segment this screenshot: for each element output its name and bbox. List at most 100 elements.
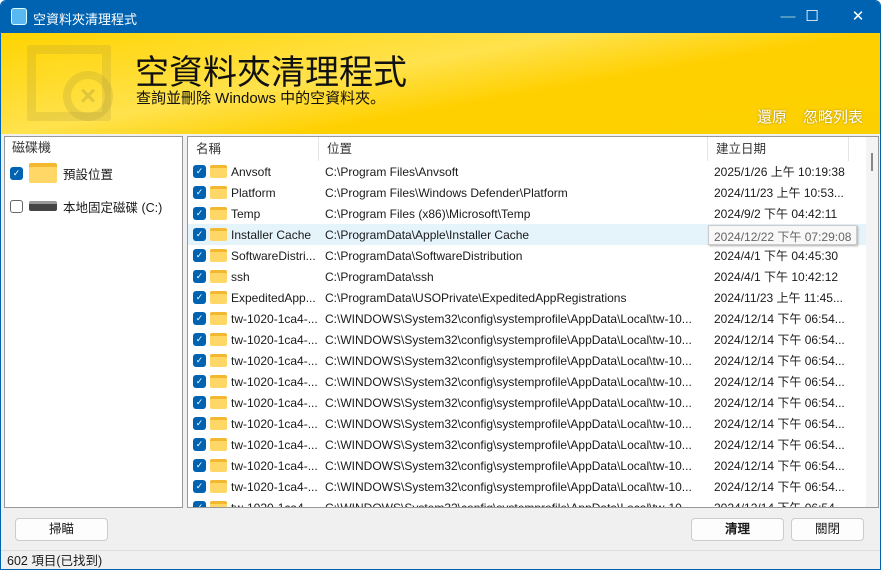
checkbox[interactable] xyxy=(10,199,23,213)
checkbox[interactable]: ✓ xyxy=(193,438,206,451)
folder-location: C:\WINDOWS\System32\config\systemprofile… xyxy=(325,353,692,368)
folder-name: Temp xyxy=(231,206,261,221)
table-row[interactable]: ✓ Platform C:\Program Files\Windows Defend… xyxy=(188,182,868,203)
folder-location: C:\ProgramData\Apple\Installer Cache xyxy=(325,227,530,242)
folder-date: 2024/12/14 下午 06:54... xyxy=(714,438,845,452)
checkbox[interactable]: ✓ xyxy=(193,270,206,283)
drive-item-c[interactable]: 本地固定磁碟 (C:) xyxy=(5,192,182,220)
folder-icon xyxy=(29,163,57,183)
folder-location: C:\WINDOWS\System32\config\systemprofile… xyxy=(325,458,692,473)
table-row[interactable]: ✓ tw-1020-1ca4-... C:\WINDOWS\System32\con… xyxy=(188,434,868,455)
clean-button[interactable]: 清理 xyxy=(691,518,784,541)
folder-location: C:\ProgramData\ssh xyxy=(325,269,434,284)
checkbox[interactable]: ✓ xyxy=(193,312,206,325)
table-row[interactable]: ✓ tw-1020-1ca4-... C:\WINDOWS\System32\con… xyxy=(188,371,868,392)
checkbox[interactable]: ✓ xyxy=(193,480,206,493)
ignore-list-link[interactable]: 忽略列表 xyxy=(803,106,863,127)
folder-name: ExpeditedApp... xyxy=(231,290,316,305)
checkbox[interactable]: ✓ xyxy=(193,417,206,430)
restore-link[interactable]: 還原 xyxy=(757,106,787,127)
table-row[interactable]: ✓ Anvsoft C:\Program Files\Anvsoft 2025/1/2… xyxy=(188,161,868,182)
table-row[interactable]: ✓ tw-1020-1ca4-... C:\WINDOWS\System32\con… xyxy=(188,413,868,434)
folder-date: 2024/12/14 下午 06:54... xyxy=(714,501,845,508)
folder-name: SoftwareDistri... xyxy=(231,248,316,263)
drive-item-default[interactable]: ✓ 預設位置 xyxy=(5,159,182,187)
folder-icon xyxy=(210,312,227,325)
checkbox[interactable]: ✓ xyxy=(193,501,206,507)
folder-date: 2024/12/14 下午 06:54... xyxy=(714,480,845,494)
drive-header: 磁碟機 xyxy=(12,140,52,155)
banner-subtitle: 查詢並刪除 Windows 中的空資料夾。 xyxy=(136,90,386,107)
folder-icon xyxy=(210,186,227,199)
folder-icon xyxy=(210,480,227,493)
close-dialog-button[interactable]: 關閉 xyxy=(791,518,864,541)
folder-name: tw-1020-1ca4-... xyxy=(231,311,318,326)
folder-location: C:\WINDOWS\System32\config\systemprofile… xyxy=(325,374,692,389)
folder-icon xyxy=(210,249,227,262)
maximize-button[interactable]: ☐ xyxy=(789,1,835,33)
folder-location: C:\Program Files\Windows Defender\Platfo… xyxy=(325,185,568,200)
column-date[interactable]: 建立日期 xyxy=(708,137,849,161)
folder-location: C:\WINDOWS\System32\config\systemprofile… xyxy=(325,479,692,494)
table-row[interactable]: ✓ ssh C:\ProgramData\ssh 2024/4/1 下午 10:42:… xyxy=(188,266,868,287)
folder-icon xyxy=(210,228,227,241)
folder-location: C:\ProgramData\USOPrivate\ExpeditedAppRe… xyxy=(325,290,627,305)
folder-date: 2024/12/14 下午 06:54... xyxy=(714,396,845,410)
scan-button[interactable]: 掃瞄 xyxy=(15,518,108,541)
drive-label: 本地固定磁碟 (C:) xyxy=(63,200,163,215)
checkbox[interactable]: ✓ xyxy=(193,354,206,367)
checkbox[interactable]: ✓ xyxy=(193,291,206,304)
folder-icon xyxy=(210,438,227,451)
folder-name: ssh xyxy=(231,269,250,284)
checkbox[interactable]: ✓ xyxy=(193,396,206,409)
folder-location: C:\WINDOWS\System32\config\systemprofile… xyxy=(325,311,692,326)
scrollbar-thumb[interactable] xyxy=(871,153,873,171)
table-row[interactable]: ✓ tw-1020-1ca4-... C:\WINDOWS\System32\con… xyxy=(188,308,868,329)
folder-date: 2024/12/14 下午 06:54... xyxy=(714,312,845,326)
banner: × 空資料夾清理程式 查詢並刪除 Windows 中的空資料夾。 還原 忽略列表 xyxy=(1,33,880,134)
checkbox[interactable]: ✓ xyxy=(193,186,206,199)
checkbox[interactable]: ✓ xyxy=(193,249,206,262)
checkbox[interactable]: ✓ xyxy=(193,207,206,220)
folder-date: 2024/11/23 上午 11:45... xyxy=(714,291,843,305)
table-row[interactable]: ✓ tw-1020-1ca4-... C:\WINDOWS\System32\con… xyxy=(188,350,868,371)
column-location[interactable]: 位置 xyxy=(319,137,708,161)
scrollbar[interactable] xyxy=(866,137,878,507)
folder-location: C:\ProgramData\SoftwareDistribution xyxy=(325,248,523,263)
folder-date: 2024/12/14 下午 06:54... xyxy=(714,354,845,368)
folder-location: C:\WINDOWS\System32\config\systemprofile… xyxy=(325,332,692,347)
status-bar: 602 項目(已找到) xyxy=(1,550,880,569)
checkbox[interactable]: ✓ xyxy=(193,459,206,472)
tooltip: 2024/12/22 下午 07:29:08 xyxy=(708,225,858,245)
drive-panel: 磁碟機 ✓ 預設位置 本地固定磁碟 (C:) xyxy=(4,136,183,508)
folder-name: tw-1020-1ca4-... xyxy=(231,458,318,473)
folder-date: 2024/12/14 下午 06:54... xyxy=(714,459,845,473)
folder-name: Anvsoft xyxy=(231,164,272,179)
folder-icon xyxy=(210,396,227,409)
checkbox[interactable]: ✓ xyxy=(10,166,23,180)
app-icon xyxy=(11,8,27,25)
table-row[interactable]: ✓ SoftwareDistri... C:\ProgramData\Softwar… xyxy=(188,245,868,266)
folder-icon xyxy=(210,333,227,346)
folder-icon xyxy=(210,207,227,220)
app-window: 空資料夾清理程式 — ☐ ✕ × 空資料夾清理程式 查詢並刪除 Windows … xyxy=(0,0,881,570)
table-row[interactable]: ✓ Temp C:\Program Files (x86)\Microsoft\Te… xyxy=(188,203,868,224)
table-row[interactable]: ✓ ExpeditedApp... C:\ProgramData\USOPrivat… xyxy=(188,287,868,308)
folder-date: 2024/4/1 下午 04:45:30 xyxy=(714,249,839,263)
folder-name: Platform xyxy=(231,185,276,200)
close-button[interactable]: ✕ xyxy=(835,1,880,33)
table-row[interactable]: ✓ tw-1020-1ca4-... C:\WINDOWS\System32\con… xyxy=(188,476,868,497)
column-name[interactable]: 名稱 xyxy=(188,137,319,161)
folder-icon xyxy=(210,459,227,472)
table-row[interactable]: ✓ tw-1020-1ca4-... C:\WINDOWS\System32\con… xyxy=(188,497,868,508)
table-row[interactable]: ✓ tw-1020-1ca4-... C:\WINDOWS\System32\con… xyxy=(188,329,868,350)
checkbox[interactable]: ✓ xyxy=(193,228,206,241)
folder-icon xyxy=(210,375,227,388)
table-row[interactable]: ✓ tw-1020-1ca4-... C:\WINDOWS\System32\con… xyxy=(188,455,868,476)
table-row[interactable]: ✓ tw-1020-1ca4-... C:\WINDOWS\System32\con… xyxy=(188,392,868,413)
checkbox[interactable]: ✓ xyxy=(193,333,206,346)
checkbox[interactable]: ✓ xyxy=(193,165,206,178)
folder-name: tw-1020-1ca4-... xyxy=(231,332,318,347)
checkbox[interactable]: ✓ xyxy=(193,375,206,388)
folder-name: tw-1020-1ca4-... xyxy=(231,395,318,410)
